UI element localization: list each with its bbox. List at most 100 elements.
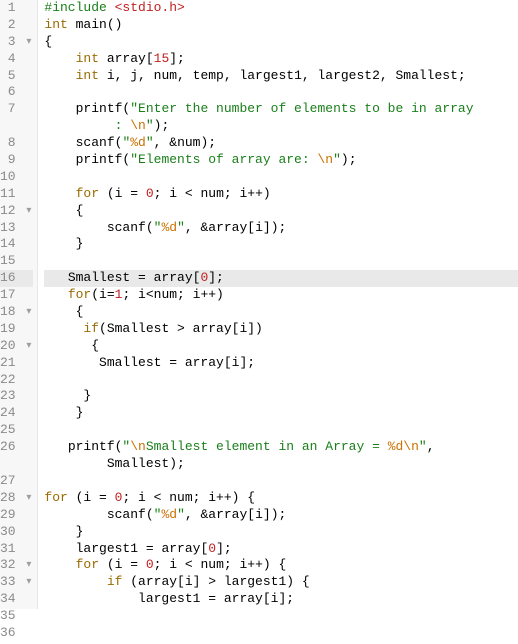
code-line[interactable]: }	[44, 236, 518, 253]
fold-icon	[23, 221, 31, 238]
token: for	[76, 186, 99, 201]
fold-icon	[23, 85, 31, 102]
fold-icon	[23, 423, 31, 440]
line-number: 34	[0, 591, 33, 608]
code-line[interactable]: largest1 = array[i];	[44, 591, 518, 608]
fold-icon: ▾	[23, 204, 31, 221]
code-line[interactable]	[44, 253, 518, 270]
token: {	[44, 34, 52, 49]
gutter: 1 2 3 ▾ 4 5 6 7 8 9 10 11 12 ▾13 14 15 1…	[0, 0, 38, 609]
code-line[interactable]: {	[44, 203, 518, 220]
code-line[interactable]	[44, 372, 518, 389]
token: for	[44, 490, 67, 505]
code-line[interactable]: }	[44, 388, 518, 405]
fold-icon	[23, 1, 31, 18]
code-line[interactable]: for (i = 0; i < num; i++)	[44, 186, 518, 203]
code-line[interactable]	[44, 169, 518, 186]
token: (i=	[91, 287, 114, 302]
token: scanf(	[107, 507, 154, 522]
code-area[interactable]: #include <stdio.h>int main(){ int array[…	[38, 0, 518, 609]
code-line[interactable]: scanf("%d", &array[i]);	[44, 220, 518, 237]
fold-icon	[23, 288, 31, 305]
token: "	[146, 135, 154, 150]
code-line[interactable]: int array[15];	[44, 51, 518, 68]
fold-icon	[23, 187, 31, 204]
fold-icon	[23, 18, 31, 35]
fold-icon	[23, 271, 31, 288]
code-line[interactable]: if (array[i] > largest1) {	[44, 574, 518, 591]
code-line[interactable]: {	[44, 34, 518, 51]
code-line[interactable]: scanf("%d", &num);	[44, 135, 518, 152]
code-line[interactable]: largest1 = array[0];	[44, 541, 518, 558]
fold-icon: ▾	[23, 305, 31, 322]
line-number: 29	[0, 507, 33, 524]
code-line[interactable]: {	[44, 304, 518, 321]
line-number: 36	[0, 625, 33, 642]
token: Smallest element in an Array =	[146, 439, 388, 454]
token: %d	[161, 507, 177, 522]
token: );	[154, 118, 170, 133]
token: }	[76, 236, 84, 251]
fold-icon	[23, 542, 31, 559]
code-line[interactable]: for(i=1; i<num; i++)	[44, 287, 518, 304]
token: for	[76, 557, 99, 572]
token: int	[76, 51, 99, 66]
fold-icon	[23, 136, 31, 153]
token: \n	[130, 439, 146, 454]
token: , &array[i]);	[185, 220, 286, 235]
code-line[interactable]: : \n");	[44, 118, 518, 135]
line-number: 27	[0, 473, 33, 490]
code-line[interactable]: for (i = 0; i < num; i++) {	[44, 557, 518, 574]
line-number	[0, 118, 33, 135]
token: {	[76, 203, 84, 218]
code-line[interactable]: }	[44, 524, 518, 541]
code-line[interactable]: printf("\nSmallest element in an Array =…	[44, 439, 518, 456]
token: (i =	[68, 490, 115, 505]
token: ; i < num; i++) {	[122, 490, 255, 505]
code-line[interactable]: Smallest);	[44, 456, 518, 473]
code-line[interactable]: int main()	[44, 17, 518, 34]
code-line[interactable]: if(Smallest > array[i])	[44, 321, 518, 338]
line-number: 2	[0, 17, 33, 34]
token: i, j, num, temp, largest1, largest2, Sma…	[99, 68, 466, 83]
line-number: 12 ▾	[0, 203, 33, 220]
fold-icon: ▾	[23, 491, 31, 508]
token: main()	[68, 17, 123, 32]
fold-icon: ▾	[23, 558, 31, 575]
token: ; i<num; i++)	[122, 287, 223, 302]
token: scanf(	[107, 220, 154, 235]
code-line[interactable]	[44, 84, 518, 101]
line-number: 11	[0, 186, 33, 203]
code-line[interactable]: scanf("%d", &array[i]);	[44, 507, 518, 524]
token: ];	[216, 541, 232, 556]
code-line[interactable]	[44, 422, 518, 439]
token: %d	[130, 135, 146, 150]
token: largest1 = array[	[76, 541, 209, 556]
token: Smallest = array[	[68, 270, 201, 285]
code-line[interactable]: Smallest = array[i];	[44, 355, 518, 372]
code-line[interactable]: for (i = 0; i < num; i++) {	[44, 490, 518, 507]
code-line[interactable]: Smallest = array[0];	[44, 270, 518, 287]
code-line[interactable]: }	[44, 405, 518, 422]
token: }	[76, 405, 84, 420]
fold-icon	[23, 389, 31, 406]
fold-icon	[23, 592, 31, 609]
token: ,	[427, 439, 443, 454]
code-line[interactable]: int i, j, num, temp, largest1, largest2,…	[44, 68, 518, 85]
token: "	[333, 152, 341, 167]
fold-icon: ▾	[23, 35, 31, 52]
code-line[interactable]: {	[44, 338, 518, 355]
code-line[interactable]: #include <stdio.h>	[44, 0, 518, 17]
token: (i =	[99, 186, 146, 201]
token: }	[83, 388, 91, 403]
line-number: 3 ▾	[0, 34, 33, 51]
line-number: 26	[0, 439, 33, 456]
fold-icon	[23, 406, 31, 423]
code-line[interactable]	[44, 473, 518, 490]
line-number: 13	[0, 220, 33, 237]
line-number: 20 ▾	[0, 338, 33, 355]
token: {	[91, 338, 99, 353]
code-line[interactable]: printf("Elements of array are: \n");	[44, 152, 518, 169]
code-line[interactable]: printf("Enter the number of elements to …	[44, 101, 518, 118]
token: (array[i] > largest1) {	[122, 574, 309, 589]
